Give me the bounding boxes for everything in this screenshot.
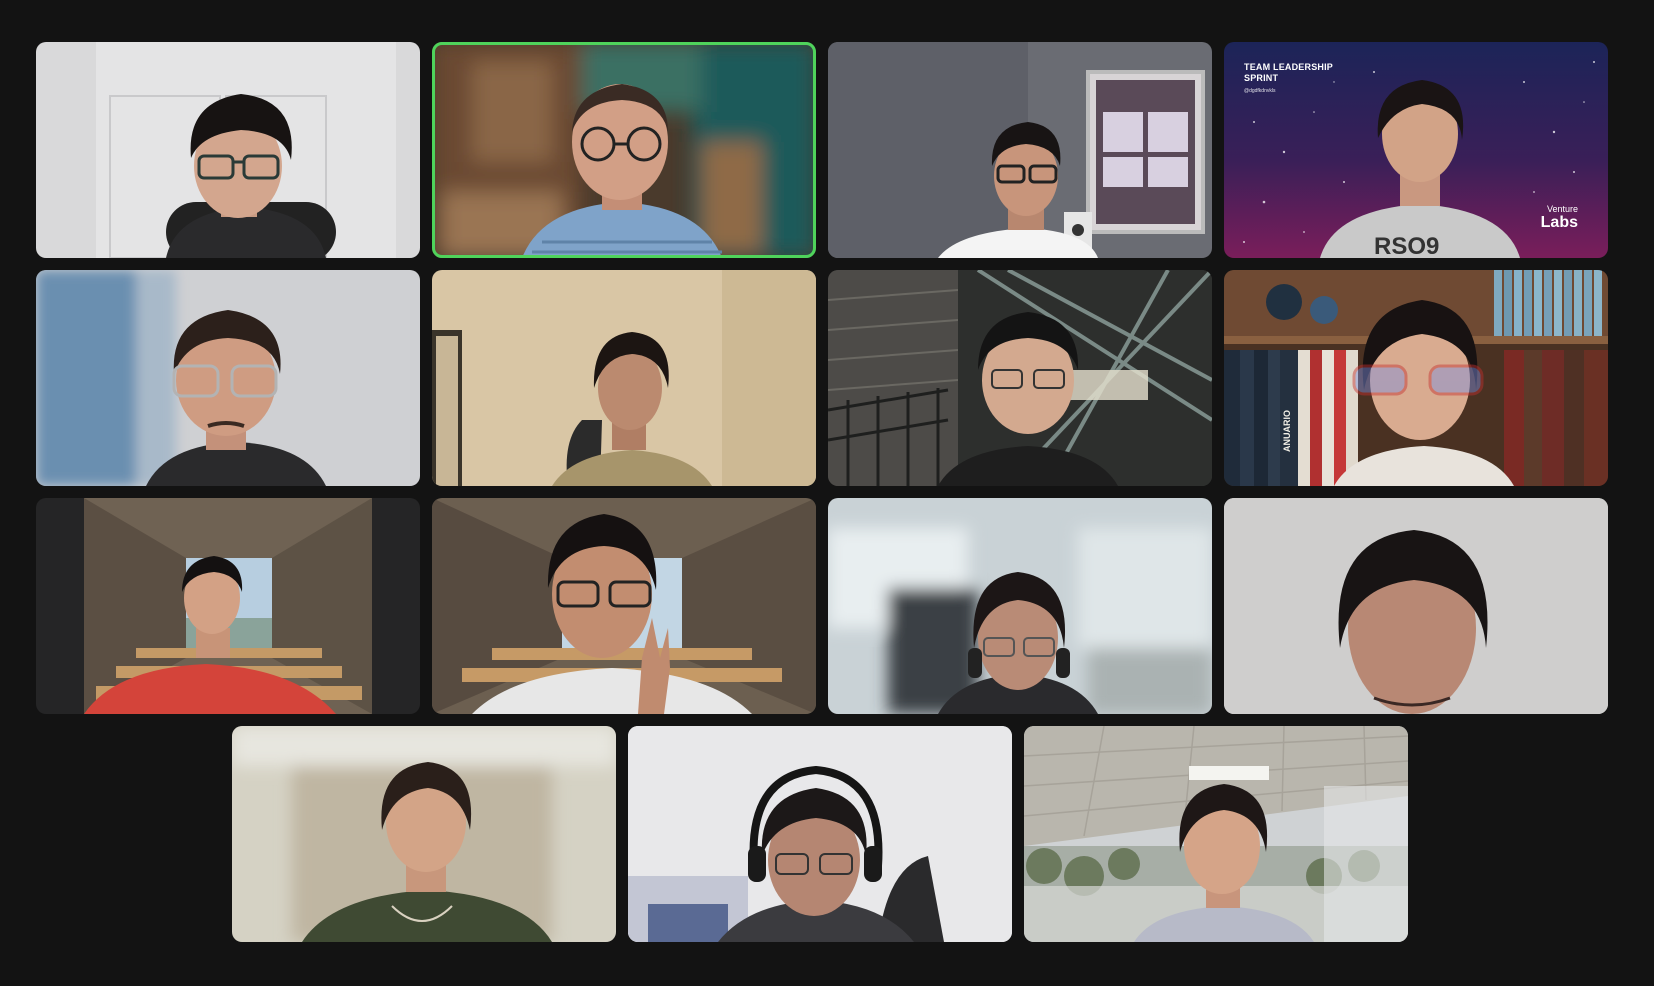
participant-video [828, 42, 1212, 258]
participant-video-tile[interactable] [432, 498, 816, 714]
participant-video-tile[interactable]: ANUARIO [1224, 270, 1608, 486]
participant-video-tile[interactable] [36, 42, 420, 258]
participant-video-tile[interactable] [828, 498, 1212, 714]
participant-video [432, 42, 816, 258]
participant-video [1224, 498, 1608, 714]
virtual-background-handle: @dgdfkdnvkls [1244, 88, 1276, 94]
participant-video [828, 498, 1212, 714]
book-spine-text: ANUARIO [1282, 410, 1292, 452]
participant-video-tile[interactable] [36, 270, 420, 486]
participant-video [36, 42, 420, 258]
participant-video-tile[interactable]: RSO9 TEAM LEADERSHIP SPRINT @dgdfkdnvkls… [1224, 42, 1608, 258]
participant-video-tile[interactable] [1224, 498, 1608, 714]
participant-video-tile[interactable] [828, 42, 1212, 258]
participant-video-tile-active-speaker[interactable] [432, 42, 816, 258]
participant-video [1024, 726, 1408, 942]
video-gallery: RSO9 TEAM LEADERSHIP SPRINT @dgdfkdnvkls… [0, 0, 1654, 986]
participant-video [1224, 270, 1608, 486]
participant-video-tile[interactable] [232, 726, 616, 942]
participant-video [432, 270, 816, 486]
participant-video [828, 270, 1212, 486]
participant-video [432, 498, 816, 714]
virtual-background-brand-line2: Labs [1540, 214, 1578, 231]
participant-video [232, 726, 616, 942]
participant-video [36, 498, 420, 714]
participant-video [628, 726, 1012, 942]
virtual-background-brand-line1: Venture [1546, 204, 1578, 214]
participant-video [36, 270, 420, 486]
participant-video-tile[interactable] [1024, 726, 1408, 942]
svg-text:RSO9: RSO9 [1374, 233, 1439, 258]
participant-video-tile[interactable] [36, 498, 420, 714]
participant-video-tile[interactable] [432, 270, 816, 486]
participant-video-tile[interactable] [828, 270, 1212, 486]
participant-video-tile[interactable] [628, 726, 1012, 942]
virtual-background-title: TEAM LEADERSHIP SPRINT [1244, 62, 1333, 83]
